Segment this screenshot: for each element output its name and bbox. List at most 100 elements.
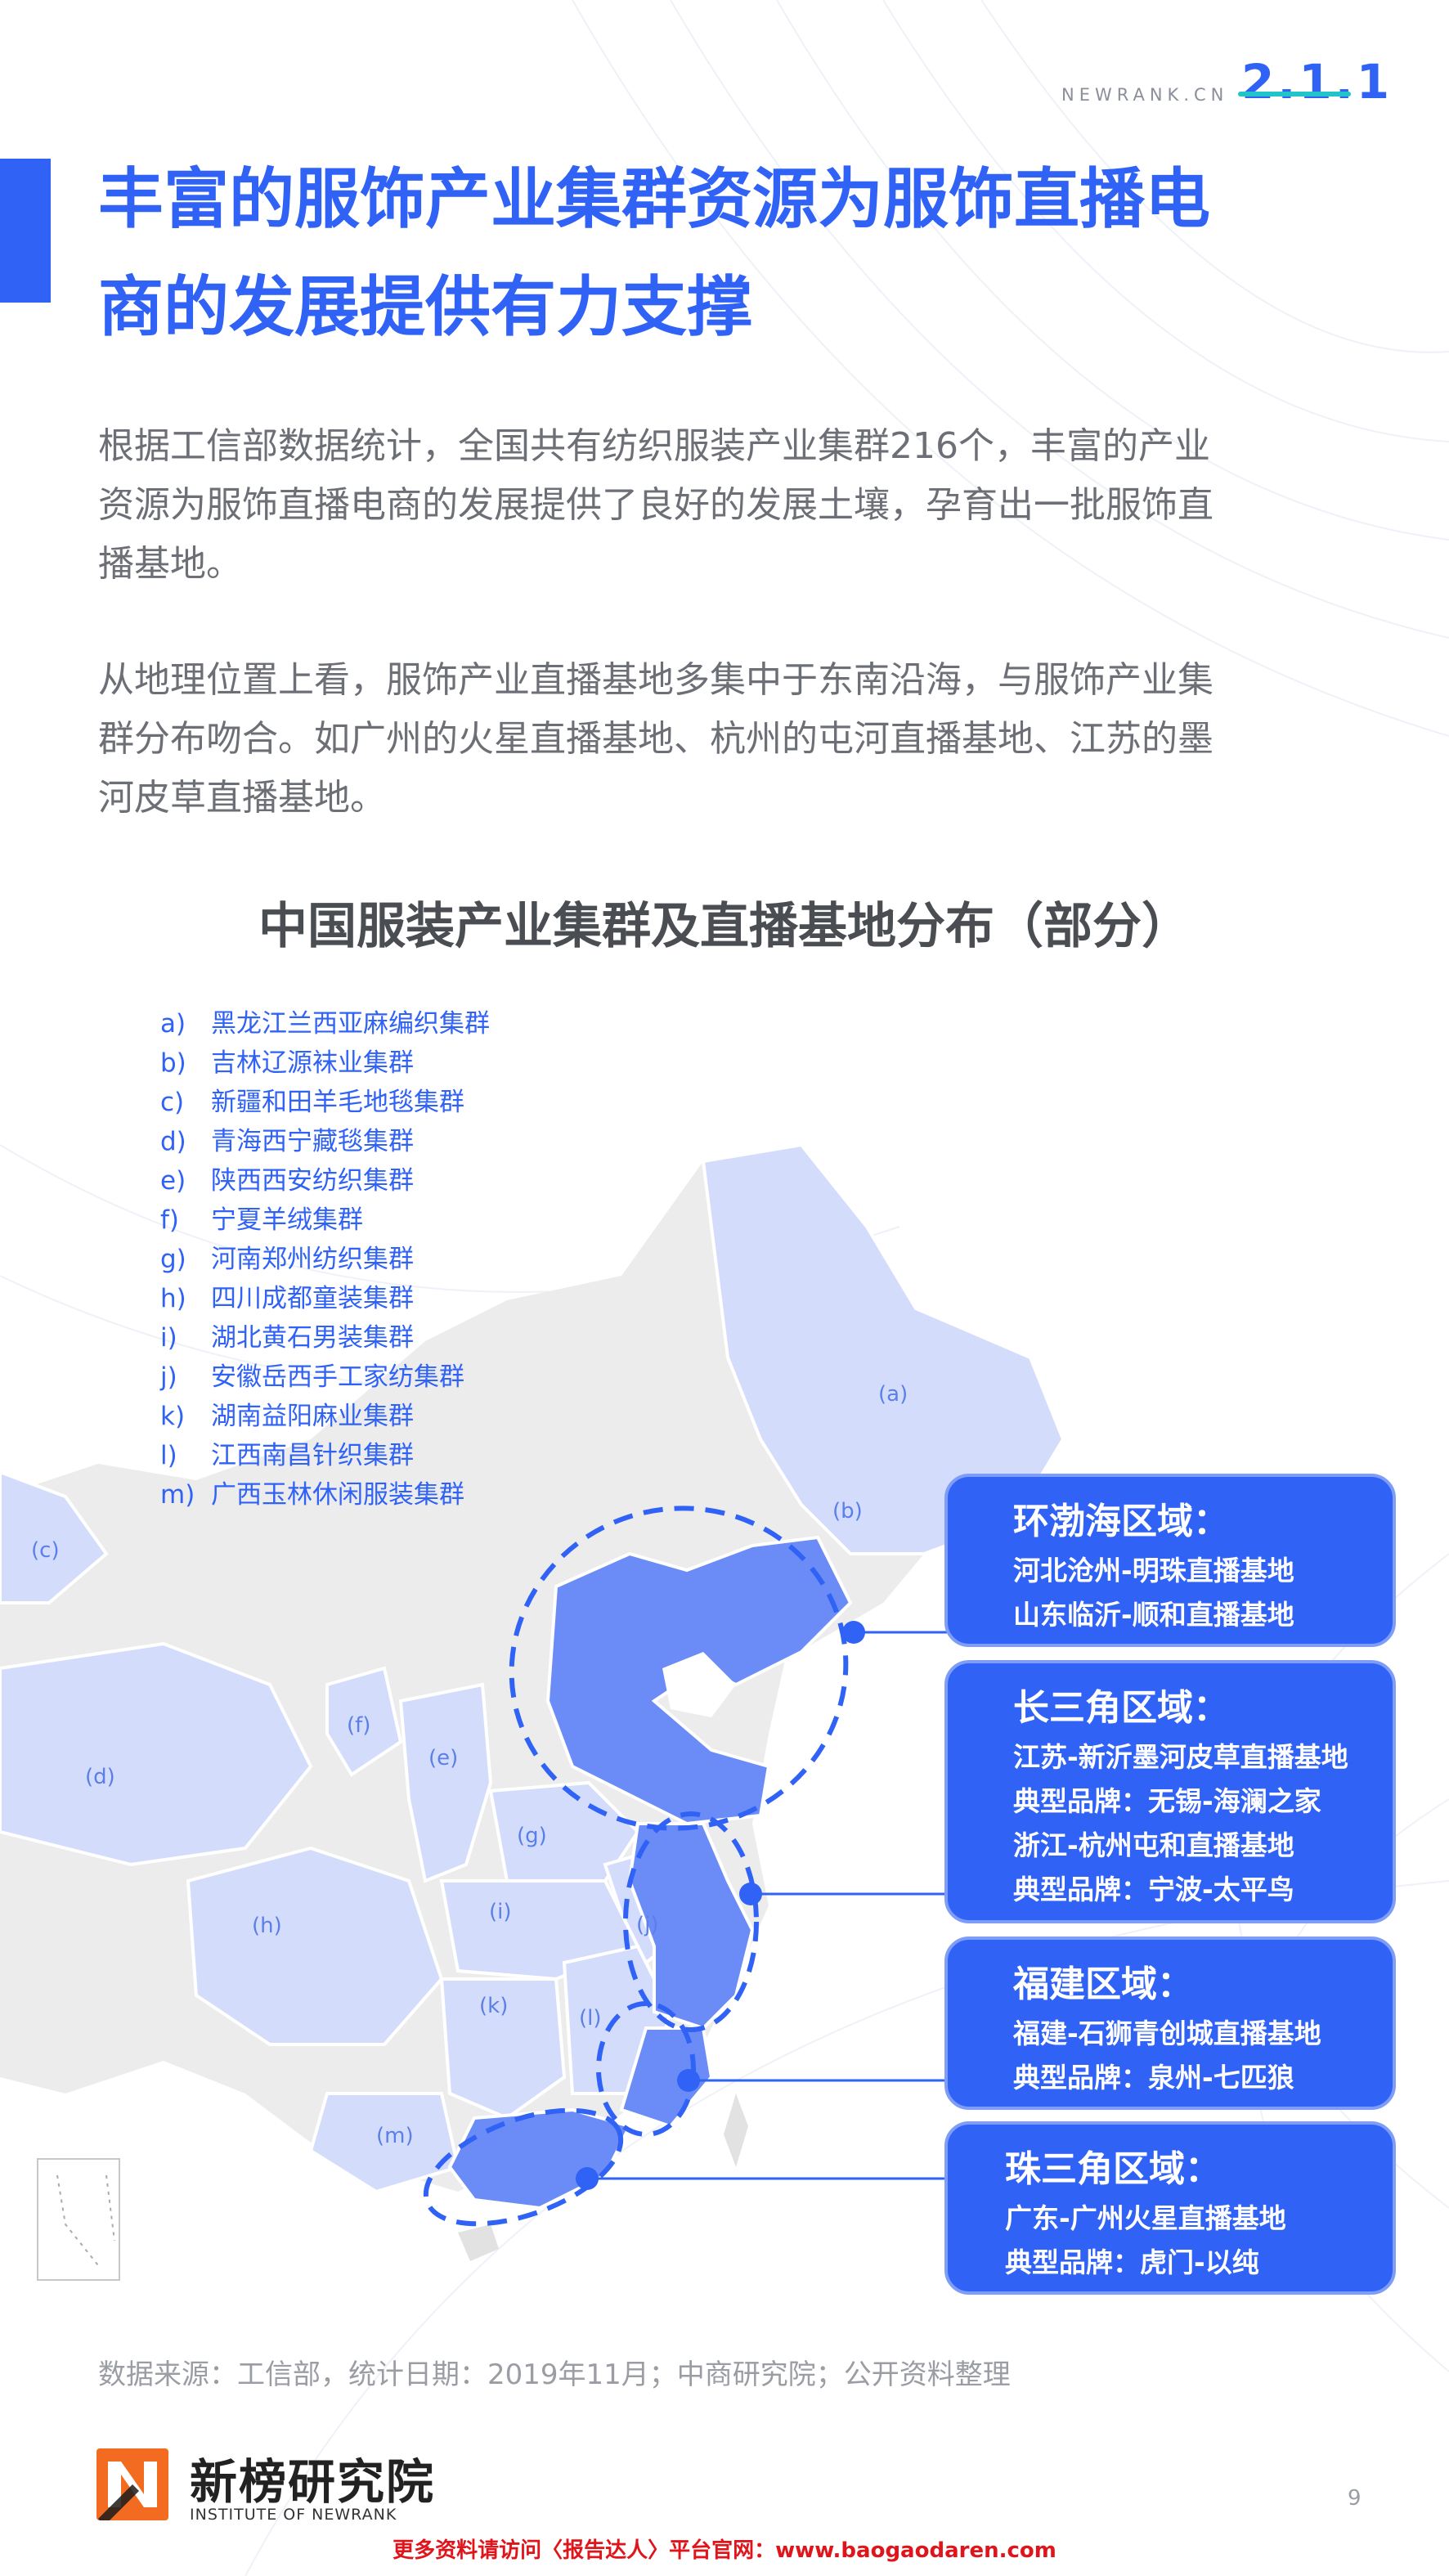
anchor-dot-yangtze <box>739 1883 762 1905</box>
marker-d: (d) <box>85 1765 115 1789</box>
region-title: 长三角区域： <box>1013 1687 1229 1729</box>
region-line: 典型品牌：无锡-海澜之家 <box>1013 1785 1321 1817</box>
marker-i: (i) <box>489 1900 512 1924</box>
brand-text: NEWRANK.CN <box>1061 85 1229 105</box>
map-title: 中国服装产业集群及直播基地分布（部分） <box>258 898 1191 955</box>
legend-text: 青海西宁藏毯集群 <box>211 1127 414 1156</box>
legend-item: g) 河南郑州纺织集群 <box>160 1240 490 1279</box>
region-guangdong <box>447 2107 632 2210</box>
page-number: 9 <box>1348 2486 1362 2511</box>
paragraph-line: 河皮草直播基地。 <box>98 777 386 819</box>
legend-text: 黑龙江兰西亚麻编织集群 <box>211 1009 490 1039</box>
legend-key: k) <box>160 1402 186 1431</box>
taiwan <box>724 2094 748 2167</box>
marker-b: (b) <box>832 1499 863 1524</box>
region-title: 福建区域： <box>1013 1963 1193 2005</box>
legend-text: 宁夏羊绒集群 <box>211 1205 363 1235</box>
region-line: 福建-石狮青创城直播基地 <box>1013 2017 1321 2049</box>
legend-item: d) 青海西宁藏毯集群 <box>160 1122 490 1161</box>
legend-key: e) <box>160 1166 186 1196</box>
region-line: 河北沧州-明珠直播基地 <box>1013 1555 1294 1586</box>
region-line: 江苏-新沂墨河皮草直播基地 <box>1013 1741 1348 1773</box>
legend-key: b) <box>160 1048 186 1078</box>
logo-subtitle: INSTITUTE OF NEWRANK <box>190 2506 397 2524</box>
legend-text: 四川成都童装集群 <box>211 1284 414 1313</box>
marker-c: (c) <box>31 1538 60 1563</box>
legend-key: f) <box>160 1205 180 1235</box>
region-line: 广东-广州火星直播基地 <box>1005 2202 1286 2234</box>
region-sichuan <box>186 1846 444 2046</box>
paragraph-line: 资源为服饰直播电商的发展提供了良好的发展土壤，孕育出一批服饰直 <box>98 484 1213 526</box>
region-line: 典型品牌：虎门-以纯 <box>1005 2246 1259 2278</box>
legend-item: c) 新疆和田羊毛地毯集群 <box>160 1083 490 1122</box>
anchor-dot-fujian <box>677 2069 700 2092</box>
legend-text: 江西南昌针织集群 <box>211 1441 414 1470</box>
marker-f: (f) <box>347 1713 370 1738</box>
legend-key: h) <box>160 1284 186 1313</box>
legend-item: h) 四川成都童装集群 <box>160 1279 490 1318</box>
footer-note: 更多资料请访问〈报告达人〉平台官网：www.baogaodaren.com <box>393 2538 1056 2563</box>
region-line: 浙江-杭州屯和直播基地 <box>1013 1829 1294 1861</box>
hainan <box>458 2224 499 2261</box>
marker-k: (k) <box>479 1994 508 2018</box>
section-underline <box>1238 92 1351 96</box>
legend-key: d) <box>160 1127 186 1156</box>
marker-l: (l) <box>579 2006 602 2031</box>
region-box-fujian: 福建区域： 福建-石狮青创城直播基地 典型品牌：泉州-七匹狼 <box>944 1936 1396 2110</box>
legend-key: j) <box>160 1362 177 1392</box>
paragraph-1: 根据工信部数据统计，全国共有纺织服装产业集群216个，丰富的产业 资源为服饰直播… <box>98 417 1374 594</box>
legend-key: l) <box>160 1441 177 1470</box>
region-box-pearl-delta: 珠三角区域： 广东-广州火星直播基地 典型品牌：虎门-以纯 <box>944 2121 1396 2295</box>
legend-key: g) <box>160 1245 186 1274</box>
marker-g: (g) <box>517 1824 547 1848</box>
legend-text: 湖北黄石男装集群 <box>211 1323 414 1353</box>
page-title: 丰富的服饰产业集群资源为服饰直播电 商的发展提供有力支撑 <box>98 146 1374 361</box>
legend-key: i) <box>160 1323 177 1353</box>
legend-item: b) 吉林辽源袜业集群 <box>160 1043 490 1083</box>
legend-item: f) 宁夏羊绒集群 <box>160 1200 490 1240</box>
anchor-dot-bohai <box>842 1621 865 1644</box>
legend-text: 陕西西安纺织集群 <box>211 1166 414 1196</box>
data-source: 数据来源：工信部，统计日期：2019年11月；中商研究院；公开资料整理 <box>98 2358 1011 2391</box>
legend-item: i) 湖北黄石男装集群 <box>160 1318 490 1358</box>
paragraph-line: 从地理位置上看，服饰产业直播基地多集中于东南沿海，与服饰产业集 <box>98 659 1213 701</box>
paragraph-line: 根据工信部数据统计，全国共有纺织服装产业集群216个，丰富的产业 <box>98 425 1210 467</box>
title-line: 商的发展提供有力支撑 <box>98 269 752 345</box>
legend-key: a) <box>160 1009 186 1039</box>
legend-text: 安徽岳西手工家纺集群 <box>211 1362 464 1392</box>
legend-item: k) 湖南益阳麻业集群 <box>160 1397 490 1436</box>
region-line: 典型品牌：泉州-七匹狼 <box>1013 2062 1294 2094</box>
region-line: 典型品牌：宁波-太平鸟 <box>1013 1874 1294 1905</box>
legend-item: j) 安徽岳西手工家纺集群 <box>160 1358 490 1397</box>
legend-item: l) 江西南昌针织集群 <box>160 1436 490 1475</box>
legend-text: 河南郑州纺织集群 <box>211 1245 414 1274</box>
legend-text: 吉林辽源袜业集群 <box>211 1048 414 1078</box>
legend-text: 新疆和田羊毛地毯集群 <box>211 1088 464 1117</box>
legend-key: m) <box>160 1480 195 1510</box>
legend-text: 湖南益阳麻业集群 <box>211 1402 414 1431</box>
newrank-logo-icon <box>96 2448 168 2520</box>
region-box-yangtze: 长三角区域： 江苏-新沂墨河皮草直播基地 典型品牌：无锡-海澜之家 浙江-杭州屯… <box>944 1660 1396 1923</box>
logo-name: 新榜研究院 <box>190 2454 436 2510</box>
paragraph-line: 群分布吻合。如广州的火星直播基地、杭州的屯河直播基地、江苏的墨 <box>98 718 1213 760</box>
paragraph-2: 从地理位置上看，服饰产业直播基地多集中于东南沿海，与服饰产业集 群分布吻合。如广… <box>98 651 1374 828</box>
region-title: 珠三角区域： <box>1005 2148 1221 2190</box>
title-line: 丰富的服饰产业集群资源为服饰直播电 <box>98 161 1210 237</box>
marker-h: (h) <box>252 1914 282 1938</box>
marker-a: (a) <box>878 1382 908 1407</box>
region-title: 环渤海区域： <box>1013 1501 1229 1542</box>
legend-item: m) 广西玉林休闲服装集群 <box>160 1475 490 1515</box>
legend-item: e) 陕西西安纺织集群 <box>160 1161 490 1200</box>
legend-item: a) 黑龙江兰西亚麻编织集群 <box>160 1004 490 1043</box>
region-box-bohai: 环渤海区域： 河北沧州-明珠直播基地 山东临沂-顺和直播基地 <box>944 1474 1396 1647</box>
cluster-legend: a) 黑龙江兰西亚麻编织集群 b) 吉林辽源袜业集群 c) 新疆和田羊毛地毯集群 d)… <box>160 1004 490 1515</box>
paragraph-line: 播基地。 <box>98 543 242 585</box>
title-accent-bar <box>0 159 51 303</box>
marker-e: (e) <box>428 1746 458 1770</box>
section-number: 2.1.1 <box>1241 54 1393 110</box>
legend-key: c) <box>160 1088 185 1117</box>
legend-text: 广西玉林休闲服装集群 <box>211 1480 464 1510</box>
marker-j: (j) <box>636 1913 659 1937</box>
marker-m: (m) <box>376 2124 414 2148</box>
region-line: 山东临沂-顺和直播基地 <box>1013 1599 1294 1631</box>
